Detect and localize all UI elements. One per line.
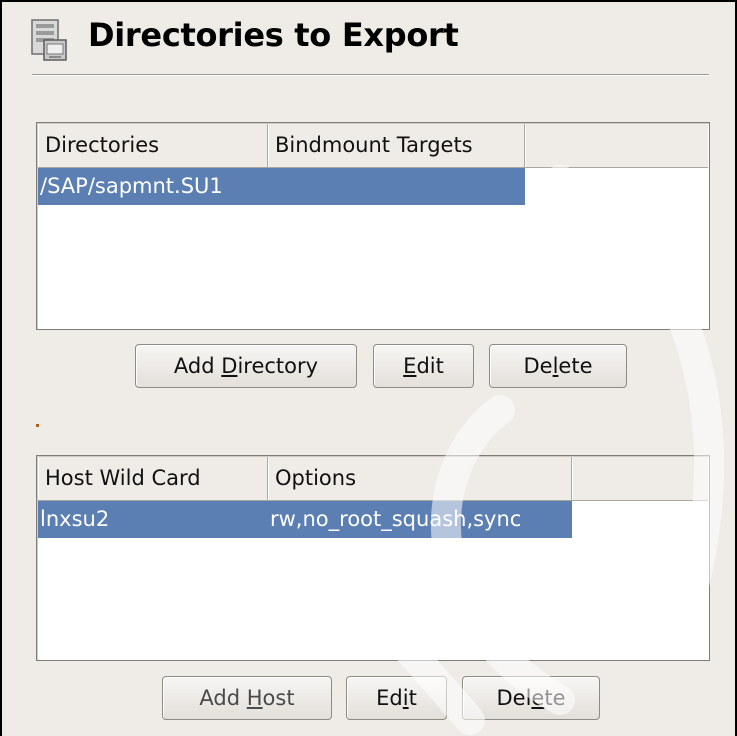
table-row[interactable]: lnxsu2 rw,no_root_squash,sync (38, 501, 572, 538)
host-cell: lnxsu2 (40, 507, 110, 531)
add-host-button[interactable]: Add Host (162, 676, 332, 720)
column-header-options[interactable]: Options (268, 457, 572, 500)
stray-mark (36, 424, 39, 427)
bindmount-target-cell (268, 168, 270, 205)
delete-directory-button[interactable]: Delete (489, 344, 627, 388)
column-header-host-wild-card[interactable]: Host Wild Card (38, 457, 268, 500)
directory-cell: /SAP/sapmnt.SU1 (40, 174, 223, 198)
directories-table[interactable]: Directories Bindmount Targets /SAP/sapmn… (36, 122, 710, 330)
title-divider (32, 74, 709, 76)
column-header-empty (525, 124, 708, 167)
options-cell: rw,no_root_squash,sync (270, 507, 522, 531)
table-row[interactable]: /SAP/sapmnt.SU1 (38, 168, 525, 205)
add-directory-button[interactable]: Add Directory (135, 344, 357, 388)
export-dialog: Directories to Export Directories Bindmo… (0, 0, 737, 736)
delete-host-button[interactable]: Delete (462, 676, 600, 720)
column-header-bindmount-targets[interactable]: Bindmount Targets (268, 124, 525, 167)
disk-export-icon (31, 19, 67, 61)
directories-table-header: Directories Bindmount Targets (38, 124, 708, 168)
edit-directory-button[interactable]: Edit (373, 344, 474, 388)
edit-host-button[interactable]: Edit (346, 676, 447, 720)
page-title: Directories to Export (88, 16, 459, 54)
hosts-table[interactable]: Host Wild Card Options lnxsu2 rw,no_root… (36, 455, 710, 661)
hosts-table-header: Host Wild Card Options (38, 457, 708, 501)
column-header-directories[interactable]: Directories (38, 124, 268, 167)
column-header-empty (572, 457, 708, 500)
